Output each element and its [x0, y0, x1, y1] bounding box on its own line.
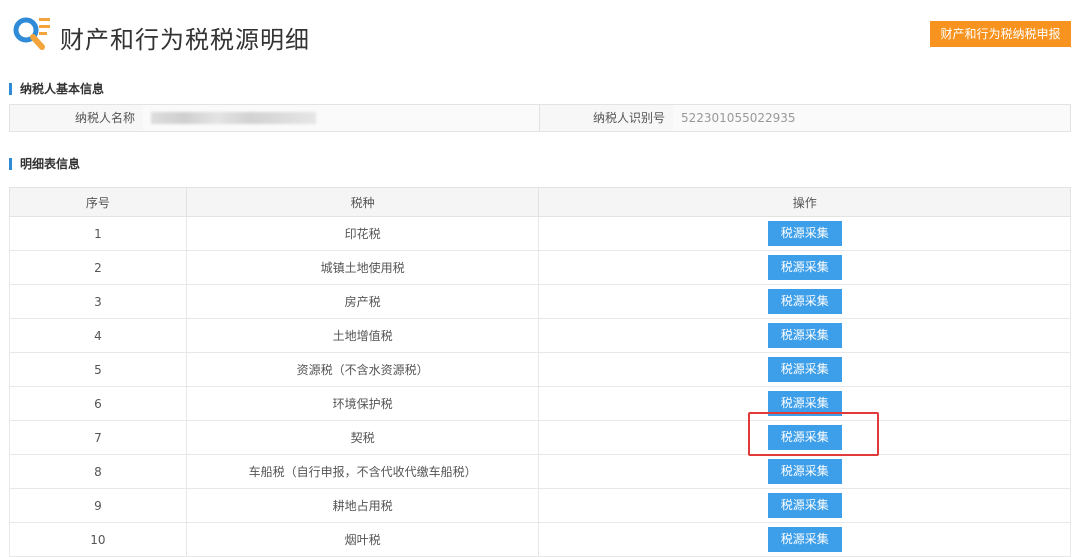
- collect-button-deed-tax[interactable]: 税源采集: [767, 425, 842, 450]
- row-action-cell: 税源采集: [538, 420, 1071, 455]
- search-document-icon: [13, 17, 50, 50]
- row-tax: 土地增值税: [185, 318, 540, 353]
- row-action-cell: 税源采集: [538, 284, 1071, 319]
- taxpayer-name-value: [143, 105, 540, 131]
- row-tax: 资源税（不含水资源税）: [185, 352, 540, 387]
- row-tax: 烟叶税: [185, 522, 540, 557]
- row-no: 1: [9, 216, 187, 251]
- table-header-row: 序号 税种 操作: [9, 187, 1071, 217]
- row-action-cell: 税源采集: [538, 352, 1071, 387]
- basic-info-table: 纳税人名称 纳税人识别号 522301055022935: [9, 104, 1071, 132]
- collect-button[interactable]: 税源采集: [767, 221, 842, 246]
- table-row: 3 房产税 税源采集: [9, 284, 1071, 319]
- row-no: 5: [9, 352, 187, 387]
- row-action-cell: 税源采集: [538, 250, 1071, 285]
- table-row: 1 印花税 税源采集: [9, 216, 1071, 251]
- detail-table: 序号 税种 操作 1 印花税 税源采集 2 城镇土地使用税 税源采集 3 房产税…: [9, 187, 1071, 557]
- row-tax: 印花税: [185, 216, 540, 251]
- collect-button[interactable]: 税源采集: [767, 323, 842, 348]
- taxpayer-id-label: 纳税人识别号: [540, 105, 673, 131]
- collect-button[interactable]: 税源采集: [767, 391, 842, 416]
- row-action-cell: 税源采集: [538, 318, 1071, 353]
- row-tax: 房产税: [185, 284, 540, 319]
- page-title: 财产和行为税税源明细: [60, 26, 310, 54]
- collect-button[interactable]: 税源采集: [767, 289, 842, 314]
- row-tax: 城镇土地使用税: [185, 250, 540, 285]
- row-no: 2: [9, 250, 187, 285]
- collect-button[interactable]: 税源采集: [767, 493, 842, 518]
- row-tax: 契税: [185, 420, 540, 455]
- row-action-cell: 税源采集: [538, 522, 1071, 557]
- row-tax: 车船税（自行申报，不含代收代缴车船税）: [185, 454, 540, 489]
- table-row: 6 环境保护税 税源采集: [9, 386, 1071, 421]
- collect-button[interactable]: 税源采集: [767, 527, 842, 552]
- table-row: 7 契税 税源采集: [9, 420, 1071, 455]
- table-row: 5 资源税（不含水资源税） 税源采集: [9, 352, 1071, 387]
- page-header: 财产和行为税税源明细 财产和行为税纳税申报: [0, 0, 1080, 70]
- column-header-no: 序号: [9, 187, 187, 217]
- column-header-action: 操作: [538, 187, 1071, 217]
- table-row: 4 土地增值税 税源采集: [9, 318, 1071, 353]
- table-row: 10 烟叶税 税源采集: [9, 522, 1071, 557]
- row-no: 4: [9, 318, 187, 353]
- column-header-tax: 税种: [185, 187, 540, 217]
- row-tax: 耕地占用税: [185, 488, 540, 523]
- row-no: 7: [9, 420, 187, 455]
- detail-section-title: 明细表信息: [9, 158, 80, 170]
- row-no: 8: [9, 454, 187, 489]
- row-action-cell: 税源采集: [538, 454, 1071, 489]
- row-action-cell: 税源采集: [538, 386, 1071, 421]
- table-row: 9 耕地占用税 税源采集: [9, 488, 1071, 523]
- row-tax: 环境保护税: [185, 386, 540, 421]
- basic-info-section-title: 纳税人基本信息: [9, 83, 104, 95]
- collect-button[interactable]: 税源采集: [767, 255, 842, 280]
- row-no: 3: [9, 284, 187, 319]
- taxpayer-name-label: 纳税人名称: [10, 105, 143, 131]
- taxpayer-id-value: 522301055022935: [673, 105, 1070, 131]
- row-action-cell: 税源采集: [538, 216, 1071, 251]
- row-action-cell: 税源采集: [538, 488, 1071, 523]
- declare-button[interactable]: 财产和行为税纳税申报: [930, 21, 1071, 47]
- collect-button[interactable]: 税源采集: [767, 459, 842, 484]
- row-no: 10: [9, 522, 187, 557]
- row-no: 6: [9, 386, 187, 421]
- table-row: 8 车船税（自行申报，不含代收代缴车船税） 税源采集: [9, 454, 1071, 489]
- row-no: 9: [9, 488, 187, 523]
- collect-button[interactable]: 税源采集: [767, 357, 842, 382]
- blurred-name: [151, 112, 316, 124]
- table-row: 2 城镇土地使用税 税源采集: [9, 250, 1071, 285]
